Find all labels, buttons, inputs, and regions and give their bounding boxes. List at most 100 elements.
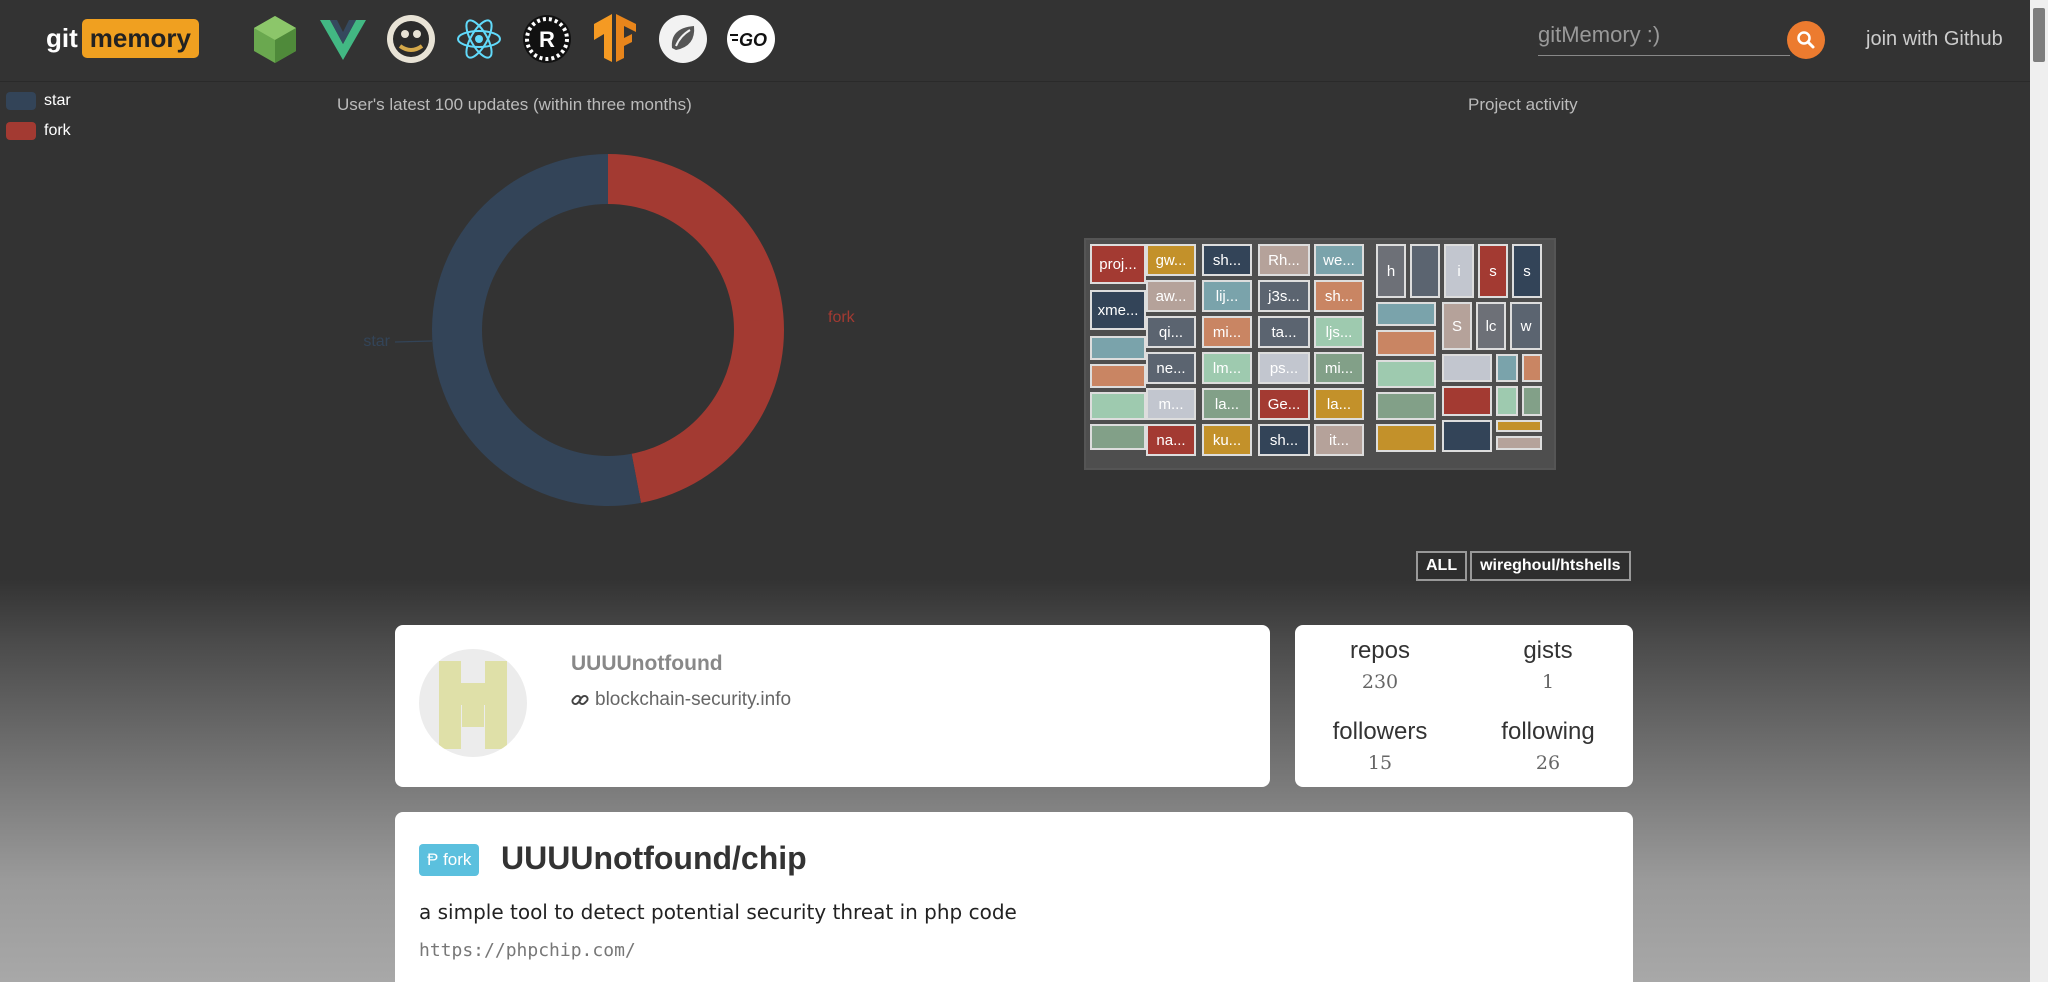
fork-badge-label: fork — [443, 850, 472, 869]
treemap-cell[interactable]: s — [1478, 244, 1508, 298]
treemap-cell[interactable] — [1410, 244, 1440, 298]
treemap-cell[interactable] — [1376, 302, 1436, 326]
treemap-cell[interactable]: it... — [1314, 424, 1364, 456]
stat-gists[interactable]: gists 1 — [1463, 637, 1633, 693]
treemap-cell[interactable] — [1090, 364, 1146, 388]
stat-repos[interactable]: repos 230 — [1295, 637, 1465, 693]
legend-swatch-fork — [6, 122, 36, 140]
stat-followers[interactable]: followers 15 — [1295, 718, 1465, 774]
star-leader-line — [394, 340, 433, 343]
treemap-cell[interactable]: la... — [1202, 388, 1252, 420]
treemap-cell[interactable] — [1496, 354, 1518, 382]
breadcrumb-current[interactable]: wireghoul/htshells — [1470, 551, 1631, 581]
logo-memory-text: memory — [81, 18, 199, 58]
treemap-cell[interactable] — [1376, 330, 1436, 356]
treemap-cell[interactable] — [1496, 386, 1518, 416]
treemap-cell[interactable] — [1522, 386, 1542, 416]
treemap-cell[interactable] — [1496, 420, 1542, 432]
legend-item-star[interactable]: star — [6, 86, 71, 116]
fork-icon: Ᵽ — [427, 850, 444, 869]
scrollbar-thumb[interactable] — [2033, 8, 2045, 62]
treemap-cell[interactable]: w — [1510, 302, 1542, 350]
react-icon[interactable] — [454, 14, 504, 64]
treemap-cell[interactable]: S — [1442, 302, 1472, 350]
repo-name-link[interactable]: UUUUnotfound/chip — [501, 840, 807, 877]
treemap-cell[interactable] — [1090, 392, 1146, 420]
stat-following-label: following — [1501, 718, 1595, 745]
treemap-cell[interactable]: ljs... — [1314, 316, 1364, 348]
search-button[interactable] — [1787, 21, 1825, 59]
treemap-cell[interactable]: ta... — [1258, 316, 1310, 348]
treemap-cell[interactable]: i — [1444, 244, 1474, 298]
treemap-cell[interactable] — [1442, 354, 1492, 382]
search-input[interactable]: gitMemory :) — [1538, 20, 1790, 56]
rust-icon[interactable]: R — [522, 14, 572, 64]
treemap-cell[interactable]: sh... — [1202, 244, 1252, 276]
donut-chart: fork star — [363, 154, 856, 506]
breadcrumb-all[interactable]: ALL — [1416, 551, 1468, 581]
treemap-cell[interactable]: mi... — [1202, 316, 1252, 348]
vue-icon[interactable] — [318, 14, 368, 64]
treemap-cell[interactable] — [1376, 360, 1436, 388]
treemap-cell[interactable]: we... — [1314, 244, 1364, 276]
treemap-cell[interactable]: sh... — [1314, 280, 1364, 312]
treemap-cell[interactable]: na... — [1146, 424, 1196, 456]
profile-username[interactable]: UUUUnotfound — [571, 652, 723, 676]
treemap-cell[interactable]: xme... — [1090, 290, 1146, 330]
go-icon[interactable]: GO — [726, 14, 776, 64]
treemap-cell[interactable] — [1522, 354, 1542, 382]
treemap-cell[interactable]: gw... — [1146, 244, 1196, 276]
spring-icon[interactable] — [658, 14, 708, 64]
treemap-cell[interactable]: lm... — [1202, 352, 1252, 384]
avatar[interactable] — [419, 649, 527, 757]
treemap-cell[interactable] — [1090, 424, 1146, 450]
donut-chart-title: User's latest 100 updates (within three … — [337, 95, 692, 114]
treemap-cell[interactable]: qi... — [1146, 316, 1196, 348]
stats-card: repos 230 gists 1 followers 15 following… — [1295, 625, 1633, 787]
stat-followers-label: followers — [1332, 718, 1428, 745]
svg-text:R: R — [539, 27, 555, 52]
profile-card: UUUUnotfound blockchain-security.info — [395, 625, 1270, 787]
treemap-cell[interactable]: lc — [1476, 302, 1506, 350]
treemap-cell[interactable] — [1376, 424, 1436, 452]
treemap-cell[interactable] — [1442, 420, 1492, 452]
treemap-cell[interactable]: aw... — [1146, 280, 1196, 312]
treemap-cell[interactable]: j3s... — [1258, 280, 1310, 312]
logo-git-text: git — [46, 22, 78, 53]
donut-slice-star[interactable] — [432, 154, 641, 506]
stat-repos-value: 230 — [1361, 671, 1399, 693]
legend-item-fork[interactable]: fork — [6, 116, 71, 146]
treemap-cell[interactable]: lij... — [1202, 280, 1252, 312]
treemap-cell[interactable] — [1496, 436, 1542, 450]
treemap-cell[interactable]: Rh... — [1258, 244, 1310, 276]
treemap-cell[interactable]: s — [1512, 244, 1542, 298]
tensorflow-icon[interactable] — [590, 14, 640, 64]
svg-text:GO: GO — [739, 30, 767, 50]
treemap-cell[interactable]: Ge... — [1258, 388, 1310, 420]
stat-following[interactable]: following 26 — [1463, 718, 1633, 774]
treemap-cell[interactable]: ps... — [1258, 352, 1310, 384]
join-github-link[interactable]: join with Github — [1866, 28, 2003, 51]
treemap-cell[interactable]: la... — [1314, 388, 1364, 420]
rust-crab-icon[interactable] — [386, 14, 436, 64]
treemap-cell[interactable] — [1376, 392, 1436, 420]
project-activity-treemap: proj... gw... sh... Rh... we... h i s s xme... aw.… — [1084, 238, 1556, 470]
page-scrollbar[interactable] — [2030, 0, 2048, 982]
nodejs-icon[interactable] — [250, 14, 300, 64]
treemap-cell[interactable]: h — [1376, 244, 1406, 298]
gitmemory-logo[interactable]: git memory — [46, 16, 199, 60]
profile-website[interactable]: blockchain-security.info — [571, 689, 791, 711]
donut-slice-fork[interactable] — [608, 154, 785, 503]
treemap-cell[interactable]: sh... — [1258, 424, 1310, 456]
chart-legend: star fork — [6, 86, 71, 146]
stat-followers-value: 15 — [1367, 752, 1393, 774]
treemap-cell[interactable]: m... — [1146, 388, 1196, 420]
treemap-cell[interactable]: ne... — [1146, 352, 1196, 384]
treemap-cell[interactable]: proj... — [1090, 244, 1146, 284]
treemap-cell[interactable] — [1090, 336, 1146, 360]
treemap-cell[interactable]: ku... — [1202, 424, 1252, 456]
repo-homepage-link[interactable]: https://phpchip.com/ — [419, 940, 636, 961]
treemap-cell[interactable]: mi... — [1314, 352, 1364, 384]
treemap-cell[interactable] — [1442, 386, 1492, 416]
treemap-breadcrumb: ALL wireghoul/htshells — [1416, 551, 1631, 581]
